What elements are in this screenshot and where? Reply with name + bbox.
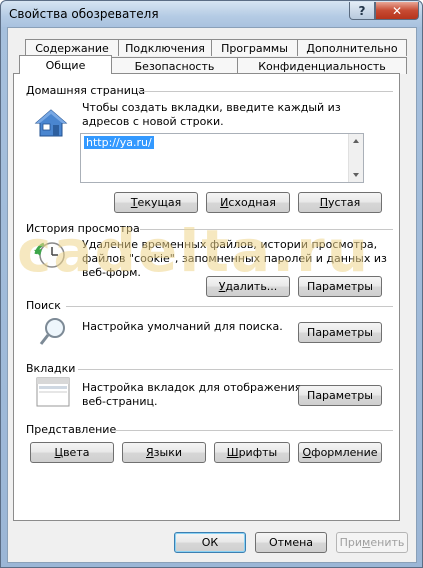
button-label: енить [370, 536, 405, 549]
textarea-scrollbar[interactable] [348, 134, 363, 182]
tabs-section-label: Вкладки [26, 362, 76, 375]
tab-label: Программы [221, 41, 288, 55]
button-label: Параметры [307, 389, 373, 402]
colors-button[interactable]: Цвета [30, 442, 114, 463]
home-page-url: http://ya.ru/ [84, 136, 154, 149]
accel-key: И [220, 196, 229, 209]
accel-key: П [319, 196, 328, 209]
tab-label: Дополнительно [306, 41, 398, 55]
help-button[interactable]: ? [349, 2, 375, 20]
fonts-button[interactable]: Шрифты [214, 442, 290, 463]
search-settings-button[interactable]: Параметры [298, 322, 382, 343]
tab-advanced[interactable]: Дополнительно [297, 39, 407, 56]
apply-button[interactable]: При м енить [336, 532, 408, 553]
button-label: рифты [238, 446, 278, 459]
cancel-button[interactable]: Отмена [255, 532, 327, 553]
home-page-label: Домашняя страница [26, 84, 146, 97]
home-icon [34, 109, 68, 137]
tabs-description: Настройка вкладок для отображения веб-ст… [82, 381, 302, 408]
history-description: Удаление временных файлов, истории просм… [82, 238, 387, 279]
button-label: формление [311, 446, 378, 459]
divider [138, 91, 393, 92]
languages-button[interactable]: Языки [122, 442, 206, 463]
accel-key: Ц [54, 446, 64, 459]
accel-key: У [218, 280, 226, 293]
accel-key: Я [146, 446, 154, 459]
tab-privacy[interactable]: Конфиденциальность [237, 57, 407, 74]
appearance-label: Представление [26, 423, 117, 436]
button-label: сходная [228, 196, 276, 209]
help-icon: ? [358, 3, 366, 18]
divider [140, 229, 393, 230]
tabs-window-icon [36, 377, 70, 407]
accessibility-button[interactable]: Оформление [298, 442, 382, 463]
tabs-settings-button[interactable]: Параметры [298, 385, 382, 406]
home-page-description: Чтобы создать вкладки, введите каждый из… [82, 101, 341, 128]
divider [66, 306, 393, 307]
accel-key: Т [130, 196, 138, 209]
tab-label: Подключения [125, 41, 205, 55]
use-default-button[interactable]: Исходная [206, 192, 290, 213]
home-page-url-textarea[interactable]: http://ya.ru/ [80, 133, 364, 183]
close-button[interactable]: ✕ [375, 2, 419, 20]
use-current-button[interactable]: Текущая [114, 192, 198, 213]
tab-security[interactable]: Безопасность [111, 57, 238, 74]
button-label: ОК [201, 536, 219, 549]
button-label: При [339, 536, 363, 549]
general-tab-panel: Домашняя страница Чтобы создать вкладки,… [13, 73, 400, 521]
search-label: Поиск [26, 299, 61, 312]
divider [78, 369, 393, 370]
tab-programs[interactable]: Программы [211, 39, 298, 56]
divider [116, 430, 393, 431]
tab-label: Конфиденциальность [258, 59, 386, 73]
tab-connections[interactable]: Подключения [118, 39, 212, 56]
button-label: екущая [137, 196, 182, 209]
accel-key: О [302, 446, 312, 459]
button-label: устая [327, 196, 361, 209]
dialog-window: Свойства обозревателя ? ✕ Содержание Под… [0, 0, 423, 568]
accel-key: м [362, 536, 371, 549]
use-blank-button[interactable]: Пустая [298, 192, 382, 213]
search-description: Настройка умолчаний для поиска. [82, 320, 283, 333]
ok-button[interactable]: ОК [174, 532, 246, 553]
tab-label: Безопасность [134, 59, 215, 73]
button-label: зыки [153, 446, 182, 459]
tab-label: Общие [45, 58, 86, 72]
close-icon: ✕ [391, 3, 403, 18]
button-label: Параметры [307, 280, 373, 293]
search-magnifier-icon [39, 318, 65, 345]
tab-general[interactable]: Общие [19, 55, 112, 74]
history-settings-button[interactable]: Параметры [298, 276, 382, 297]
delete-history-button[interactable]: Удалить... [206, 276, 290, 297]
button-label: вета [63, 446, 90, 459]
button-label: Параметры [307, 326, 373, 339]
button-label: далить... [225, 280, 278, 293]
browsing-history-label: История просмотра [26, 222, 140, 235]
button-label: Отмена [268, 536, 314, 549]
tab-content[interactable]: Содержание [25, 39, 119, 56]
scroll-up-icon[interactable] [353, 139, 359, 143]
accel-key: Ш [226, 446, 239, 459]
history-clock-icon [34, 242, 65, 268]
window-title: Свойства обозревателя [9, 7, 159, 21]
title-bar[interactable]: Свойства обозревателя ? ✕ [1, 1, 422, 27]
scroll-down-icon[interactable] [353, 173, 359, 177]
tab-label: Содержание [35, 41, 109, 55]
